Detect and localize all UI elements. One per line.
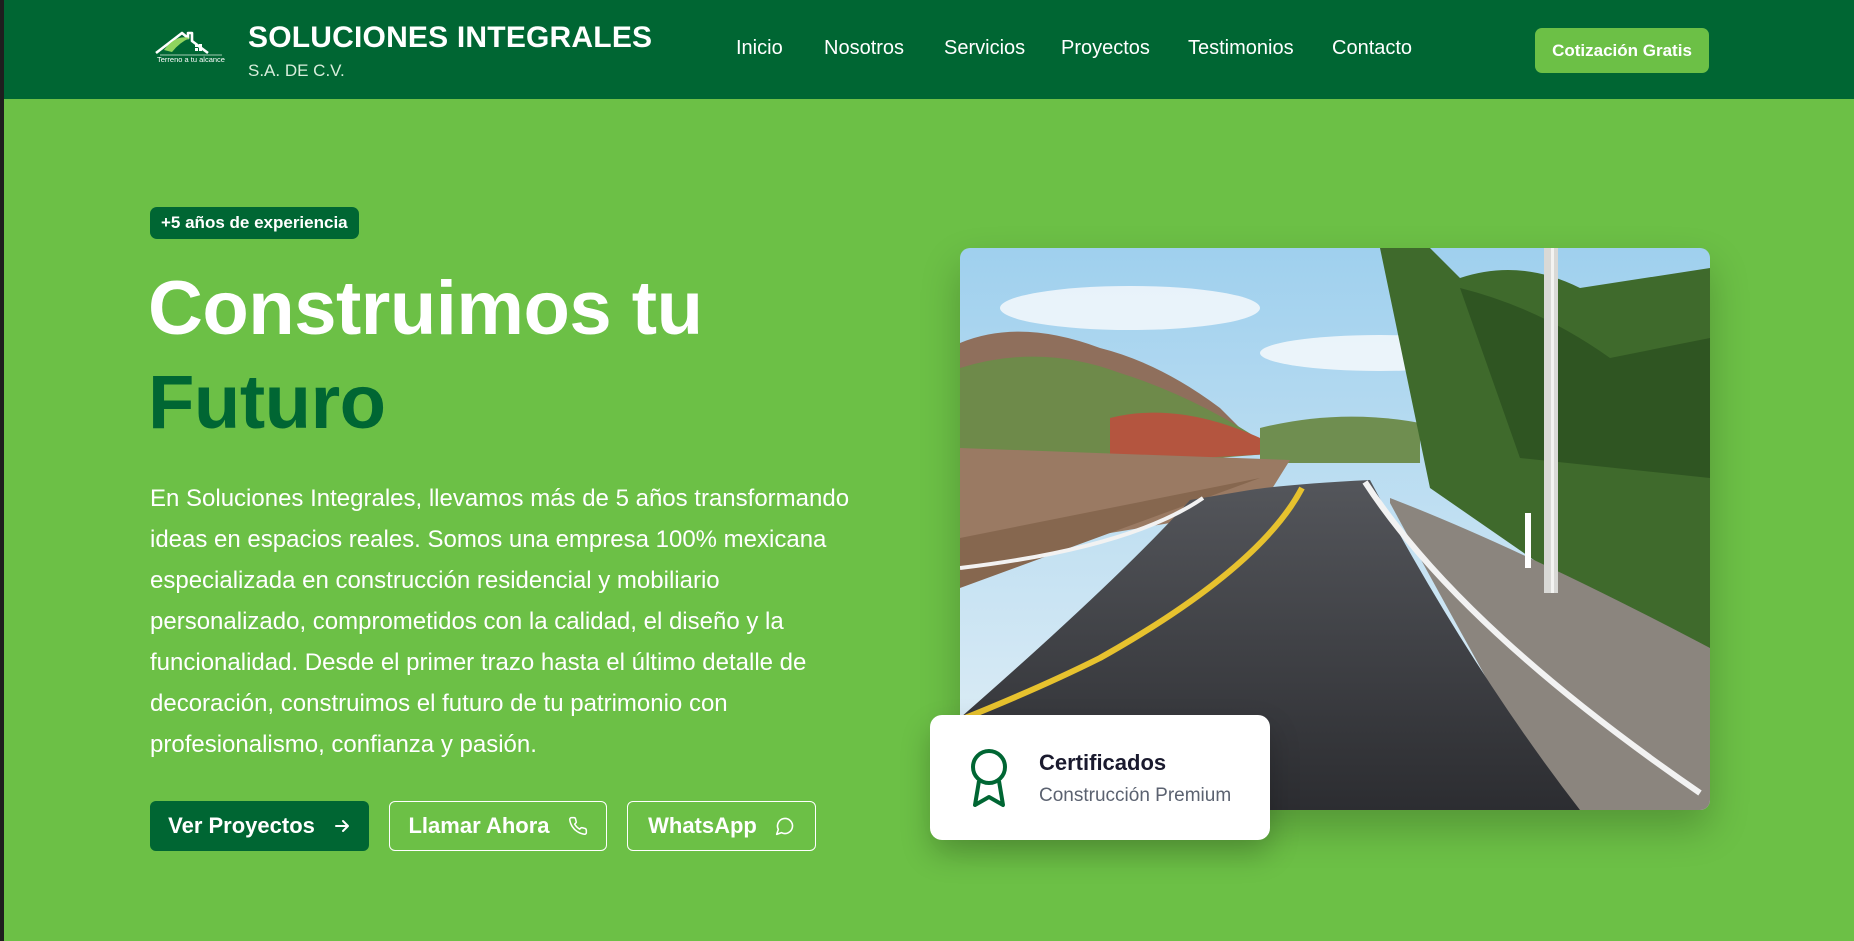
call-now-label: Llamar Ahora bbox=[408, 813, 550, 838]
nav-item-proyectos[interactable]: Proyectos bbox=[1061, 37, 1150, 60]
chat-bubble-icon bbox=[775, 817, 794, 836]
whatsapp-button[interactable]: WhatsApp bbox=[627, 801, 816, 851]
hero-title-line2: Futuro bbox=[148, 360, 386, 445]
free-quote-button[interactable]: Cotización Gratis bbox=[1535, 28, 1709, 73]
nav-item-testimonios[interactable]: Testimonios bbox=[1188, 37, 1294, 60]
arrow-right-icon bbox=[334, 820, 349, 832]
hero-description: En Soluciones Integrales, llevamos más d… bbox=[150, 485, 850, 758]
nav-item-inicio[interactable]: Inicio bbox=[736, 37, 783, 60]
certified-subtitle: Construcción Premium bbox=[1039, 785, 1232, 806]
nav-item-servicios[interactable]: Servicios bbox=[944, 37, 1025, 60]
phone-icon bbox=[568, 816, 587, 835]
view-projects-label: Ver Proyectos bbox=[168, 813, 315, 838]
call-now-button[interactable]: Llamar Ahora bbox=[389, 801, 607, 851]
nav-item-nosotros[interactable]: Nosotros bbox=[824, 37, 904, 60]
nav-item-contacto[interactable]: Contacto bbox=[1332, 37, 1412, 60]
certified-card: Certificados Construcción Premium bbox=[930, 715, 1270, 840]
whatsapp-label: WhatsApp bbox=[648, 813, 757, 838]
site-header: Terreno a tu alcance SOLUCIONES INTEGRAL… bbox=[4, 0, 1854, 99]
award-ribbon-icon bbox=[971, 749, 1007, 807]
hero-title-line1: Construimos tu bbox=[148, 266, 703, 351]
view-projects-button[interactable]: Ver Proyectos bbox=[150, 801, 369, 851]
certified-title: Certificados bbox=[1039, 750, 1167, 775]
window-left-edge bbox=[0, 0, 4, 941]
experience-badge: +5 años de experiencia bbox=[150, 207, 359, 239]
